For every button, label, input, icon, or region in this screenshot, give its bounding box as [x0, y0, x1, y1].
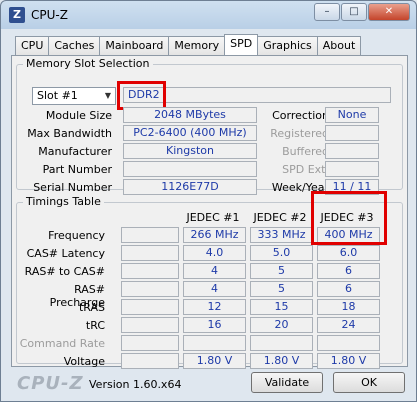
- timing-cell: 5: [250, 281, 313, 297]
- timing-spacer-cell: [121, 281, 179, 297]
- registered-field: [325, 125, 379, 141]
- title-bar[interactable]: Z CPU-Z – □ ✕: [1, 1, 416, 29]
- tab-caches[interactable]: Caches: [48, 36, 101, 55]
- minimize-button[interactable]: –: [314, 3, 340, 21]
- ras-to-cas-label: RAS# to CAS#: [24, 265, 105, 278]
- tab-graphics[interactable]: Graphics: [257, 36, 318, 55]
- cpuz-app-icon: Z: [9, 7, 25, 23]
- correction-label: Correction: [272, 109, 329, 122]
- timing-spacer-cell: [121, 263, 179, 279]
- timing-cell: 15: [250, 299, 313, 315]
- cpuz-window: Z CPU-Z – □ ✕ CPU Caches Mainboard Memor…: [0, 0, 417, 402]
- registered-label: Registered: [270, 127, 329, 140]
- tab-strip: CPU Caches Mainboard Memory SPD Graphics…: [15, 34, 362, 55]
- timing-cell: 20: [250, 317, 313, 333]
- max-bandwidth-field: PC2-6400 (400 MHz): [123, 125, 257, 141]
- frequency-label: Frequency: [48, 229, 105, 242]
- serial-number-field: 1126E77D: [123, 179, 257, 195]
- tras-label: tRAS: [78, 301, 105, 314]
- part-number-field: [123, 161, 257, 177]
- timing-cell: 12: [183, 299, 246, 315]
- timing-spacer-cell: [121, 245, 179, 261]
- cpuz-brand-logo: CPU-Z: [17, 373, 84, 394]
- spd-panel: Memory Slot Selection Slot #1 ▼ DDR2 Mod…: [11, 55, 408, 369]
- buffered-label: Buffered: [282, 145, 329, 158]
- jedec-1-header: JEDEC #1: [186, 211, 240, 224]
- window-title: CPU-Z: [31, 8, 68, 22]
- jedec-3-highlight: [311, 191, 387, 245]
- tab-spd[interactable]: SPD: [224, 34, 259, 55]
- max-bandwidth-label: Max Bandwidth: [27, 127, 112, 140]
- caption-buttons: – □ ✕: [314, 3, 410, 21]
- timing-cell: 1.80 V: [250, 353, 313, 369]
- trc-label: tRC: [85, 319, 105, 332]
- memory-type-highlight: [117, 81, 166, 110]
- timing-spacer-cell: [121, 299, 179, 315]
- timing-cell: 4.0: [183, 245, 246, 261]
- memory-slot-group: Memory Slot Selection Slot #1 ▼ DDR2 Mod…: [16, 57, 403, 195]
- ok-button[interactable]: OK: [333, 372, 405, 393]
- slot-select[interactable]: Slot #1 ▼: [32, 87, 116, 105]
- timing-cell: [183, 335, 246, 351]
- memory-slot-group-title: Memory Slot Selection: [23, 57, 153, 70]
- tab-cpu[interactable]: CPU: [15, 36, 50, 55]
- timings-group-title: Timings Table: [23, 195, 104, 208]
- timing-cell: 16: [183, 317, 246, 333]
- command-rate-label: Command Rate: [19, 337, 105, 350]
- timing-spacer-cell: [121, 317, 179, 333]
- spd-ext-field: [325, 161, 379, 177]
- cas-latency-label: CAS# Latency: [26, 247, 105, 260]
- timing-cell: 266 MHz: [183, 227, 246, 243]
- timing-cell: 4: [183, 263, 246, 279]
- timing-cell: 6: [317, 281, 380, 297]
- slot-select-value: Slot #1: [37, 89, 78, 102]
- tab-mainboard[interactable]: Mainboard: [99, 36, 170, 55]
- voltage-label: Voltage: [63, 355, 105, 368]
- maximize-button[interactable]: □: [341, 3, 367, 21]
- timing-cell: 18: [317, 299, 380, 315]
- timing-cell: 6: [317, 263, 380, 279]
- timing-cell: 333 MHz: [250, 227, 313, 243]
- timing-cell: 1.80 V: [183, 353, 246, 369]
- module-size-field: 2048 MBytes: [123, 107, 257, 123]
- buffered-field: [325, 143, 379, 159]
- timing-cell: 1.80 V: [317, 353, 380, 369]
- module-size-label: Module Size: [45, 109, 112, 122]
- timing-spacer-cell: [121, 353, 179, 369]
- timing-cell: 5: [250, 263, 313, 279]
- timing-cell: [250, 335, 313, 351]
- timing-cell: 6.0: [317, 245, 380, 261]
- timing-cell: [317, 335, 380, 351]
- correction-field: None: [325, 107, 379, 123]
- jedec-2-header: JEDEC #2: [253, 211, 307, 224]
- timing-spacer-cell: [121, 335, 179, 351]
- timing-cell: 4: [183, 281, 246, 297]
- part-number-label: Part Number: [42, 163, 112, 176]
- timings-group: Timings Table JEDEC #1 JEDEC #2 JEDEC #3…: [16, 191, 403, 369]
- chevron-down-icon[interactable]: ▼: [101, 88, 115, 104]
- timing-cell: 24: [317, 317, 380, 333]
- spd-ext-label: SPD Ext.: [282, 163, 329, 176]
- manufacturer-field: Kingston: [123, 143, 257, 159]
- timing-spacer-cell: [121, 227, 179, 243]
- timing-cell: 5.0: [250, 245, 313, 261]
- validate-button[interactable]: Validate: [251, 372, 323, 393]
- version-text: Version 1.60.x64: [89, 378, 182, 391]
- tab-about[interactable]: About: [316, 36, 362, 55]
- manufacturer-label: Manufacturer: [38, 145, 112, 158]
- serial-number-label: Serial Number: [33, 181, 112, 194]
- tab-memory[interactable]: Memory: [168, 36, 226, 55]
- close-button[interactable]: ✕: [368, 3, 410, 21]
